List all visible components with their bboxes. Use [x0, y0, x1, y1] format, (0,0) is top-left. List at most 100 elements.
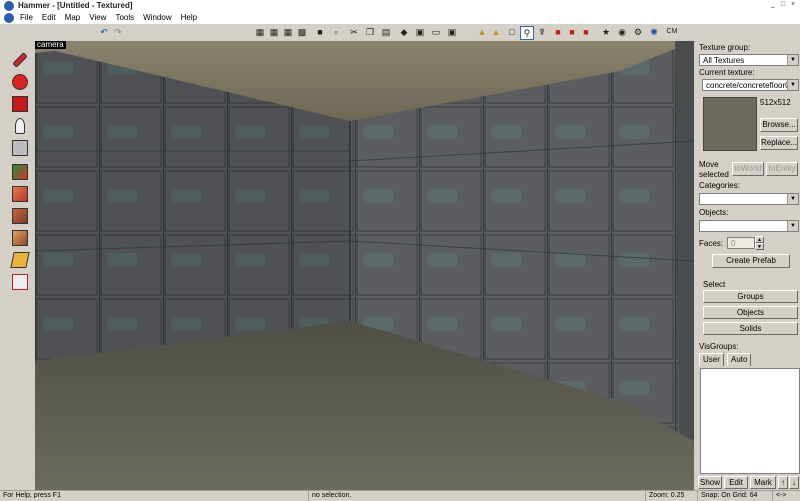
document-icon[interactable] — [4, 13, 14, 23]
texture-group-value: All Textures — [703, 56, 745, 65]
compile-icon[interactable]: ⚲ — [520, 26, 534, 40]
chevron-down-icon: ▼ — [787, 80, 798, 90]
faces-spin-field[interactable]: 0 — [727, 237, 755, 249]
clipping-tool-icon[interactable] — [9, 249, 30, 269]
decal-tool-icon[interactable] — [9, 205, 29, 225]
tool-palette — [0, 41, 36, 490]
select-label: Select — [703, 280, 726, 289]
carve-icon[interactable]: ◆ — [398, 26, 410, 38]
grid-icon[interactable]: ▦ — [254, 26, 266, 38]
current-texture-select[interactable]: concrete/concretefloor01: ▼ — [702, 79, 799, 91]
menu-edit[interactable]: Edit — [42, 12, 56, 24]
copy-icon[interactable]: ❐ — [364, 26, 376, 38]
to-world-button[interactable]: toWorld — [732, 162, 764, 176]
3d-room-render — [35, 41, 694, 490]
camera-icon[interactable]: ■ — [314, 26, 326, 38]
grid-smaller-icon[interactable]: ▦ — [282, 26, 294, 38]
menu-help[interactable]: Help — [181, 12, 197, 24]
texture-application-tool-icon[interactable] — [9, 161, 29, 181]
create-prefab-button[interactable]: Create Prefab — [712, 254, 790, 268]
faces-label: Faces: — [699, 239, 724, 248]
block-tool-icon[interactable] — [9, 137, 29, 157]
selection-tool-icon[interactable] — [9, 49, 29, 69]
magnify-tool-icon[interactable] — [9, 71, 29, 91]
current-texture-label: Current texture: — [699, 68, 755, 77]
categories-select[interactable]: ▼ — [699, 193, 799, 205]
maximize-icon[interactable]: □ — [779, 1, 787, 9]
texture-size: 512x512 — [760, 98, 791, 107]
texture-lock-icon[interactable]: ▣ — [414, 26, 426, 38]
smooth-icon[interactable]: ■ — [566, 26, 578, 38]
group-icon[interactable]: ▲ — [476, 26, 488, 38]
objects-label: Objects: — [699, 208, 729, 217]
categories-label: Categories: — [699, 181, 740, 190]
move-selected-icon[interactable]: □ — [506, 26, 518, 38]
settings-icon[interactable]: ⚙ — [632, 26, 644, 38]
faces-value: 0 — [731, 239, 736, 248]
chevron-down-icon: ▼ — [787, 55, 798, 65]
menu-view[interactable]: View — [89, 12, 106, 24]
paste-icon[interactable]: ▤ — [380, 26, 392, 38]
main-toolbar: ↶ ↷ ▦ ▦ ▦ ▩ ■ ▫ ✂ ❐ ▤ ◆ ▣ ▭ ▣ ▲ ▲ □ ⚲ ☤ … — [0, 24, 800, 42]
vertex-tool-icon[interactable] — [9, 271, 29, 291]
spin-down-icon[interactable]: ▼ — [755, 243, 764, 250]
move-selected-label: Move selected — [699, 160, 729, 179]
menu-map[interactable]: Map — [65, 12, 81, 24]
entity-tool-icon[interactable] — [9, 115, 29, 135]
tab-user[interactable]: User — [699, 353, 724, 366]
select-groups-button[interactable]: Groups — [703, 290, 798, 303]
lightning-icon[interactable]: ★ — [600, 26, 612, 38]
select-solids-button[interactable]: Solids — [703, 322, 798, 335]
menu-file[interactable]: File — [20, 12, 33, 24]
close-icon[interactable]: × — [789, 1, 797, 9]
objects-select[interactable]: ▼ — [699, 220, 799, 232]
undo-icon[interactable]: ↶ — [98, 26, 110, 38]
spin-up-icon[interactable]: ▲ — [755, 236, 764, 243]
menu-window[interactable]: Window — [143, 12, 171, 24]
3d-grid-icon[interactable]: ▩ — [296, 26, 308, 38]
to-entity-button[interactable]: toEntity — [766, 162, 798, 176]
hide-items-icon[interactable]: ▣ — [446, 26, 458, 38]
visgroups-list[interactable] — [700, 368, 800, 474]
overlay-tool-icon[interactable] — [9, 227, 29, 247]
cordon-icon[interactable]: ■ — [580, 26, 592, 38]
mark-button[interactable]: Mark — [750, 476, 776, 489]
blue-gear-icon[interactable]: ✺ — [648, 26, 660, 38]
replace-button[interactable]: Replace... — [760, 136, 798, 150]
texture-group-select[interactable]: All Textures ▼ — [699, 54, 799, 66]
grid-larger-icon[interactable]: ▦ — [268, 26, 280, 38]
minimize-icon[interactable]: _ — [769, 1, 777, 9]
globe-icon[interactable]: ◉ — [616, 26, 628, 38]
select-objects-button[interactable]: Objects — [703, 306, 798, 319]
menu-tools[interactable]: Tools — [115, 12, 134, 24]
window-title: Hammer - [Untitled - Textured] — [18, 1, 133, 10]
camera-tool-icon[interactable] — [9, 93, 29, 113]
camera-viewport[interactable] — [35, 41, 694, 490]
status-bar: For Help, press F1 no selection. Zoom: 0… — [0, 490, 800, 501]
show-button[interactable]: Show — [698, 476, 722, 489]
viewport-label: camera — [35, 40, 66, 49]
current-texture-value: concrete/concretefloor01: — [706, 81, 797, 90]
hammer-app-icon — [4, 1, 14, 11]
edit-button[interactable]: Edit — [724, 476, 748, 489]
move-up-icon[interactable]: ↑ — [778, 476, 788, 489]
tab-auto[interactable]: Auto — [727, 353, 752, 366]
menu-bar: File Edit Map View Tools Window Help — [0, 12, 800, 24]
window-controls: _ □ × — [769, 1, 797, 9]
select-icon[interactable]: ▫ — [330, 26, 342, 38]
cm-icon[interactable]: CM — [664, 26, 680, 38]
chevron-down-icon: ▼ — [787, 194, 798, 204]
entity-report-icon[interactable]: ■ — [552, 26, 564, 38]
texture-preview — [703, 97, 757, 151]
ungroup-icon[interactable]: ▲ — [490, 26, 502, 38]
apply-current-texture-tool-icon[interactable] — [9, 183, 29, 203]
redo-icon[interactable]: ↷ — [112, 26, 124, 38]
texture-group-label: Texture group: — [699, 43, 751, 52]
chevron-down-icon: ▼ — [787, 221, 798, 231]
ignore-groups-icon[interactable]: ▭ — [430, 26, 442, 38]
visgroups-label: VisGroups: — [699, 342, 739, 351]
check-problems-icon[interactable]: ☤ — [536, 26, 548, 38]
cut-icon[interactable]: ✂ — [348, 26, 360, 38]
browse-button[interactable]: Browse... — [760, 118, 798, 132]
move-down-icon[interactable]: ↓ — [789, 476, 799, 489]
